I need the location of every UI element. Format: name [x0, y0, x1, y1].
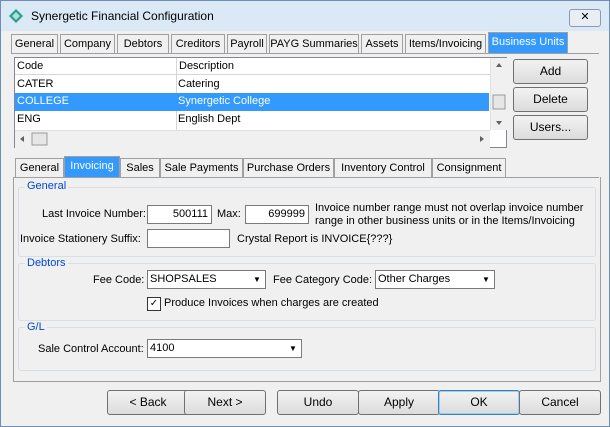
config-window: Synergetic Financial Configuration ✕ Gen…	[0, 0, 610, 427]
scroll-thumb	[31, 132, 48, 146]
tab-business-units[interactable]: Business Units	[488, 32, 568, 53]
fee-code-value: SHOPSALES	[150, 273, 217, 285]
tab-payg-summaries[interactable]: PAYG Summaries	[269, 34, 359, 53]
crystal-report-text: Crystal Report is INVOICE{???}	[237, 233, 393, 245]
fee-category-label: Fee Category Code:	[273, 274, 373, 286]
add-button[interactable]: Add	[513, 59, 588, 84]
tab-items-invoicing[interactable]: Items/Invoicing	[405, 34, 486, 53]
column-header-code[interactable]: Code	[15, 58, 178, 75]
table-row-code[interactable]: CATER	[15, 76, 177, 93]
table-row-description[interactable]: English Dept	[176, 111, 478, 128]
debtors-group-title: Debtors	[25, 257, 68, 269]
fee-category-value: Other Charges	[378, 273, 451, 285]
table-row-code[interactable]: COLLEGE	[15, 93, 177, 110]
max-invoice-field[interactable]: 699999	[245, 205, 309, 224]
chevron-down-icon: ▼	[289, 344, 297, 353]
subtab-sales[interactable]: Sales	[120, 158, 160, 177]
produce-invoices-checkbox[interactable]: ✓	[147, 297, 161, 311]
fee-code-select[interactable]: SHOPSALES ▼	[147, 270, 266, 289]
subtab-invoicing[interactable]: Invoicing	[64, 156, 120, 177]
table-row-description[interactable]: Synergetic College	[176, 93, 478, 110]
cancel-button[interactable]: Cancel	[519, 390, 601, 415]
subtab-consignment[interactable]: Consignment	[432, 158, 506, 177]
delete-button[interactable]: Delete	[513, 87, 588, 112]
general-group-title: General	[25, 180, 69, 192]
column-header-description[interactable]: Description	[177, 58, 492, 75]
tab-creditors[interactable]: Creditors	[171, 34, 225, 53]
invoice-range-note-line1: Invoice number range must not overlap in…	[315, 202, 584, 214]
fee-category-select[interactable]: Other Charges ▼	[375, 270, 495, 289]
tab-assets[interactable]: Assets	[361, 34, 403, 53]
undo-button[interactable]: Undo	[277, 390, 359, 415]
next-button[interactable]: Next >	[184, 390, 266, 415]
business-units-grid[interactable]: Code Description CATER Catering COLLEGE …	[14, 57, 507, 148]
scroll-down-icon	[496, 121, 502, 125]
vertical-scrollbar[interactable]	[490, 58, 507, 130]
synergetic-diamond-icon	[9, 9, 23, 23]
title-bar: Synergetic Financial Configuration ✕	[1, 1, 609, 31]
sale-control-select[interactable]: 4100 ▼	[147, 339, 302, 358]
ok-button[interactable]: OK	[438, 390, 520, 415]
subtab-inventory-control[interactable]: Inventory Control	[334, 158, 432, 177]
window-title: Synergetic Financial Configuration	[31, 9, 214, 23]
chevron-down-icon: ▼	[253, 275, 261, 284]
back-button[interactable]: < Back	[107, 390, 189, 415]
tab-debtors[interactable]: Debtors	[117, 34, 169, 53]
stationery-suffix-label: Invoice Stationery Suffix:	[20, 233, 141, 245]
apply-button[interactable]: Apply	[358, 390, 440, 415]
scroll-left-icon	[20, 136, 24, 142]
table-row-description[interactable]: Catering	[176, 76, 478, 93]
invoice-range-note-line2: range in other business units or in the …	[315, 215, 575, 227]
horizontal-scrollbar[interactable]	[15, 130, 490, 148]
tab-general[interactable]: General	[11, 34, 58, 53]
produce-invoices-label[interactable]: Produce Invoices when charges are create…	[164, 297, 379, 309]
tab-divider	[11, 53, 599, 54]
sale-control-value: 4100	[150, 342, 175, 354]
last-invoice-label: Last Invoice Number:	[42, 208, 146, 220]
gl-group-title: G/L	[25, 321, 47, 333]
table-row-code[interactable]: ENG	[15, 111, 177, 128]
last-invoice-field[interactable]: 500111	[147, 205, 212, 224]
close-button[interactable]: ✕	[569, 9, 601, 27]
scroll-right-icon	[480, 136, 484, 142]
tab-payroll[interactable]: Payroll	[227, 34, 267, 53]
scroll-thumb	[492, 94, 506, 110]
chevron-down-icon: ▼	[482, 275, 490, 284]
debtors-group	[18, 263, 596, 321]
stationery-suffix-field[interactable]	[147, 229, 230, 248]
tab-company[interactable]: Company	[60, 34, 115, 53]
fee-code-label: Fee Code:	[93, 274, 145, 286]
subtab-general[interactable]: General	[15, 158, 64, 177]
subtab-purchase-orders[interactable]: Purchase Orders	[243, 158, 334, 177]
max-label: Max:	[217, 208, 241, 220]
users-button[interactable]: Users...	[513, 115, 588, 140]
scroll-up-icon	[496, 63, 502, 67]
sale-control-label: Sale Control Account:	[38, 343, 144, 355]
close-icon: ✕	[580, 11, 590, 23]
subtab-sale-payments[interactable]: Sale Payments	[160, 158, 243, 177]
